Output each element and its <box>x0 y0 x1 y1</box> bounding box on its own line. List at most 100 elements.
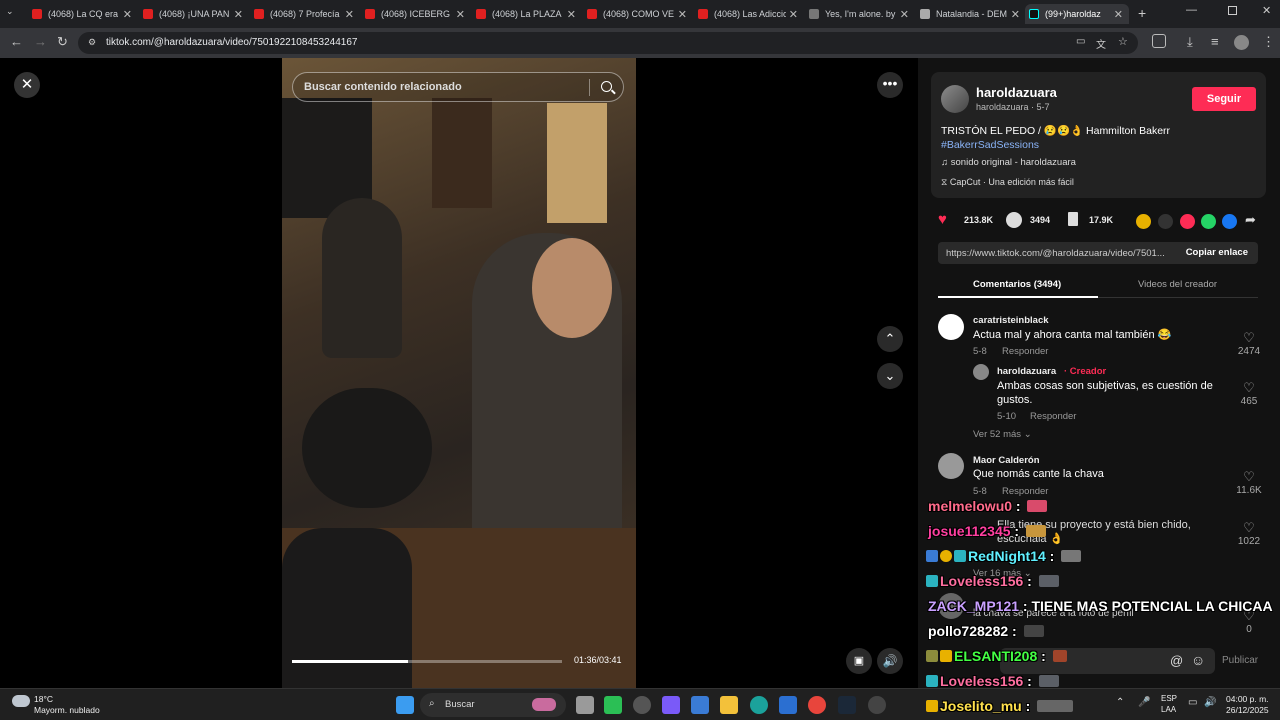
address-bar[interactable]: ⚙ tiktok.com/@haroldazuara/video/7501922… <box>78 32 1138 54</box>
whatsapp-icon[interactable] <box>1201 214 1216 229</box>
reply-username[interactable]: haroldazuara <box>997 366 1056 377</box>
send-icon[interactable] <box>1180 214 1195 229</box>
restore-button[interactable] <box>1228 6 1237 15</box>
video-progress-bar[interactable] <box>292 660 562 663</box>
close-icon[interactable]: ✕ <box>1114 8 1123 21</box>
taskbar-search[interactable]: ⌕ Buscar <box>420 693 566 717</box>
close-icon[interactable]: ✕ <box>789 8 798 21</box>
site-info-icon[interactable]: ⚙ <box>88 37 96 48</box>
tab-creator-videos[interactable]: Videos del creador <box>1138 279 1217 290</box>
more-options-button[interactable]: ••• <box>877 72 903 98</box>
file-explorer-icon[interactable] <box>720 696 738 714</box>
minimize-button[interactable]: — <box>1186 4 1197 16</box>
comment-username[interactable]: caratristeinblack <box>973 315 1049 326</box>
close-icon[interactable]: ✕ <box>123 8 132 21</box>
close-icon[interactable]: ✕ <box>567 8 576 21</box>
reload-button[interactable]: ↻ <box>57 34 68 50</box>
menu-icon[interactable]: ⋮ <box>1262 34 1275 50</box>
windows-start-icon[interactable] <box>396 696 414 714</box>
close-icon[interactable]: ✕ <box>234 8 243 21</box>
publish-button[interactable]: Publicar <box>1222 655 1258 666</box>
close-icon[interactable]: ✕ <box>345 8 354 21</box>
close-icon[interactable]: ✕ <box>456 8 465 21</box>
microphone-icon[interactable]: 🎤 <box>1138 697 1150 708</box>
browser-tab[interactable]: Natalandia - DEM ✕ <box>916 4 1026 24</box>
clock-date[interactable]: 26/12/2025 <box>1226 705 1269 715</box>
app-icon[interactable] <box>662 696 680 714</box>
extensions-icon[interactable] <box>1152 34 1166 48</box>
author-username[interactable]: haroldazuara <box>976 85 1057 100</box>
close-video-button[interactable]: ✕ <box>14 72 40 98</box>
browser-tab[interactable]: (4068) ICEBERG D ✕ <box>361 4 471 24</box>
browser-tab[interactable]: (4068) La CQ era ✕ <box>28 4 138 24</box>
reply-avatar[interactable] <box>973 364 989 380</box>
profile-avatar[interactable] <box>1234 35 1249 50</box>
edge-icon[interactable] <box>750 696 768 714</box>
app-icon[interactable] <box>633 696 651 714</box>
weather-desc[interactable]: Mayorm. nublado <box>34 705 100 715</box>
close-icon[interactable]: ✕ <box>678 8 687 21</box>
download-icon[interactable]: ⤓ <box>1187 34 1193 50</box>
bookmark-icon[interactable] <box>1068 212 1078 226</box>
next-video-button[interactable]: ⌄ <box>877 363 903 389</box>
hashtag-link[interactable]: #BakerrSadSessions <box>941 139 1039 151</box>
browser-tab-active[interactable]: (99+)haroldaz ✕ <box>1025 4 1129 24</box>
reply-button[interactable]: Responder <box>1002 486 1048 497</box>
related-search-input[interactable]: Buscar contenido relacionado <box>292 72 624 102</box>
reading-list-icon[interactable]: ≡ <box>1211 34 1219 49</box>
search-icon[interactable] <box>601 81 612 92</box>
repost-icon[interactable] <box>1136 214 1151 229</box>
volume-icon[interactable]: 🔊 <box>1204 697 1216 708</box>
copy-link-button[interactable]: Copiar enlace <box>1186 247 1248 258</box>
browser-tab[interactable]: (4068) La PLAZA ✕ <box>472 4 582 24</box>
browser-tab[interactable]: (4068) COMO VE ✕ <box>583 4 693 24</box>
tab-search-button[interactable]: ⌄ <box>6 6 14 17</box>
browser-tab[interactable]: Yes, I'm alone. by ✕ <box>805 4 915 24</box>
app-icon[interactable] <box>604 696 622 714</box>
task-view-icon[interactable] <box>576 696 594 714</box>
capcut-link[interactable]: ⧖ CapCut · Una edición más fácil <box>941 177 1074 188</box>
steam-icon[interactable] <box>838 696 856 714</box>
back-button[interactable]: ← <box>10 34 23 49</box>
comment-avatar[interactable] <box>938 453 964 479</box>
url-text[interactable]: tiktok.com/@haroldazuara/video/750192210… <box>106 37 357 48</box>
browser-tab[interactable]: (4068) 7 Profecía ✕ <box>250 4 360 24</box>
reply-like[interactable]: ♡ 1022 <box>1234 520 1264 547</box>
share-arrow-icon[interactable]: ➦ <box>1245 212 1256 228</box>
previous-video-button[interactable]: ⌃ <box>877 326 903 352</box>
browser-tab[interactable]: (4068) Las Adiccio ✕ <box>694 4 804 24</box>
clock-time[interactable]: 04:00 p. m. <box>1226 694 1269 704</box>
close-icon[interactable]: ✕ <box>1011 8 1020 21</box>
video-link-text[interactable]: https://www.tiktok.com/@haroldazuara/vid… <box>946 248 1174 259</box>
reply-button[interactable]: Responder <box>1002 346 1048 357</box>
translate-icon[interactable]: 文 <box>1096 36 1106 51</box>
close-icon[interactable]: ✕ <box>900 8 909 21</box>
app-icon[interactable] <box>779 696 797 714</box>
install-app-icon[interactable]: ▭ <box>1076 36 1085 47</box>
show-hidden-icons[interactable]: ⌃ <box>1116 697 1124 708</box>
tab-comments[interactable]: Comentarios (3494) <box>973 279 1061 290</box>
comment-avatar[interactable] <box>938 314 964 340</box>
new-tab-button[interactable]: + <box>1138 5 1146 21</box>
network-icon[interactable]: ▭ <box>1188 697 1197 708</box>
reply-like[interactable]: ♡ 465 <box>1234 380 1264 407</box>
language-secondary[interactable]: LAA <box>1161 705 1176 714</box>
comment-icon[interactable] <box>1006 212 1022 228</box>
video-player[interactable]: Buscar contenido relacionado 01:36/03:41 <box>282 58 636 688</box>
facebook-icon[interactable] <box>1222 214 1237 229</box>
app-icon[interactable] <box>868 696 886 714</box>
author-avatar[interactable] <box>941 85 969 113</box>
language-primary[interactable]: ESP <box>1161 694 1177 703</box>
comment-like[interactable]: ♡ 2474 <box>1234 330 1264 357</box>
like-heart-icon[interactable]: ♥ <box>938 212 954 228</box>
browser-tab[interactable]: (4068) ¡UNA PAN ✕ <box>139 4 249 24</box>
emoji-icon[interactable]: ☺ <box>1191 652 1205 668</box>
reply-button[interactable]: Responder <box>1030 411 1076 422</box>
embed-icon[interactable] <box>1158 214 1173 229</box>
forward-button[interactable]: → <box>34 34 47 49</box>
comment-username[interactable]: Maor Calderón <box>973 455 1040 466</box>
comment-like[interactable]: ♡ 11.6K <box>1234 469 1264 496</box>
weather-temp[interactable]: 18°C <box>34 694 53 704</box>
volume-button[interactable]: 🔊 <box>877 648 903 674</box>
view-more-replies[interactable]: Ver 52 más ⌄ <box>973 429 1032 440</box>
